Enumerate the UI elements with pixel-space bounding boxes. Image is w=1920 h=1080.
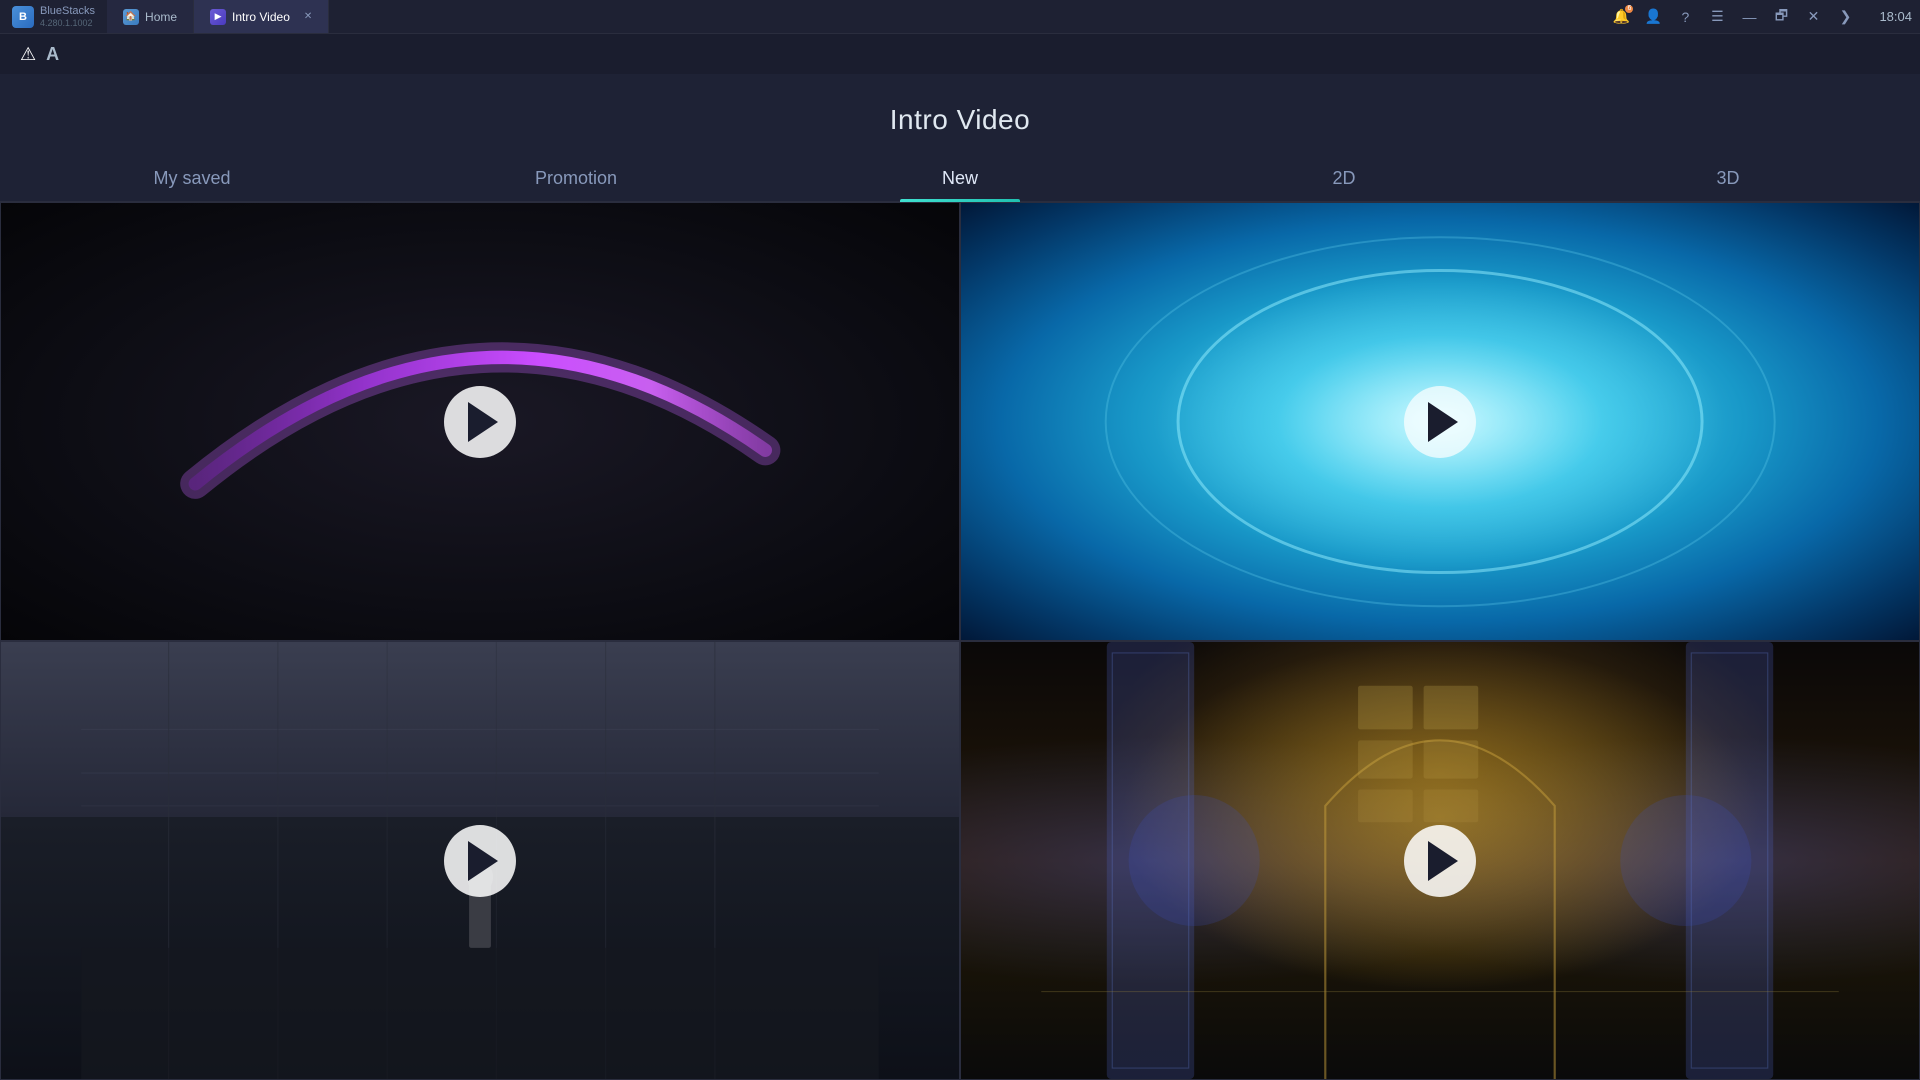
play-button-4[interactable]: [1404, 825, 1476, 897]
bluestacks-logo: B: [12, 6, 34, 28]
title-bar: B BlueStacks 4.280.1.1002 🏠 Home ▶ Intro…: [0, 0, 1920, 34]
video-cell-3[interactable]: [0, 641, 960, 1080]
warning-icon: ⚠: [20, 44, 36, 65]
play-button-2[interactable]: [1404, 386, 1476, 458]
notification-button[interactable]: 🔔 6: [1607, 3, 1635, 31]
restore-button[interactable]: 🗗: [1767, 3, 1795, 31]
title-bar-left: B BlueStacks 4.280.1.1002 🏠 Home ▶ Intro…: [0, 0, 329, 33]
play-button-1[interactable]: [444, 386, 516, 458]
close-button[interactable]: ✕: [1799, 3, 1827, 31]
title-bar-right: 🔔 6 👤 ? ☰ — 🗗 ✕ ❯ 18:04: [1607, 3, 1920, 31]
time-display: 18:04: [1871, 9, 1912, 24]
intro-tab-icon: ▶: [210, 9, 226, 25]
nav-tabs: My saved Promotion New 2D 3D: [0, 156, 1920, 202]
tab-new[interactable]: New: [768, 156, 1152, 201]
bluestacks-name: BlueStacks: [40, 5, 95, 18]
minimize-button[interactable]: —: [1735, 3, 1763, 31]
top-strip: ⚠ A: [0, 34, 1920, 74]
video-cell-4[interactable]: [960, 641, 1920, 1080]
video-cell-1[interactable]: [0, 202, 960, 641]
tab-home-label: Home: [145, 10, 177, 24]
play-button-3[interactable]: [444, 825, 516, 897]
main-content: Intro Video My saved Promotion New 2D 3D: [0, 74, 1920, 1080]
tab-promotion[interactable]: Promotion: [384, 156, 768, 201]
tab-my-saved[interactable]: My saved: [0, 156, 384, 201]
video-grid: [0, 202, 1920, 1080]
bluestacks-brand: B BlueStacks 4.280.1.1002: [0, 0, 107, 33]
account-button[interactable]: 👤: [1639, 3, 1667, 31]
tab-2d[interactable]: 2D: [1152, 156, 1536, 201]
notification-badge: 6: [1625, 5, 1633, 13]
tab-close-icon[interactable]: ✕: [304, 11, 312, 22]
purple-arc-svg: [145, 202, 816, 518]
expand-button[interactable]: ❯: [1831, 3, 1859, 31]
help-button[interactable]: ?: [1671, 3, 1699, 31]
bluestacks-version: 4.280.1.1002: [40, 18, 95, 28]
video-cell-2[interactable]: [960, 202, 1920, 641]
page-title: Intro Video: [890, 104, 1030, 136]
home-tab-icon: 🏠: [123, 9, 139, 25]
tab-home[interactable]: 🏠 Home: [107, 0, 194, 33]
bluestacks-info: BlueStacks 4.280.1.1002: [40, 5, 95, 28]
settings-icon: A: [46, 44, 59, 65]
tab-intro-label: Intro Video: [232, 10, 290, 24]
tab-intro-video[interactable]: ▶ Intro Video ✕: [194, 0, 329, 33]
menu-button[interactable]: ☰: [1703, 3, 1731, 31]
tab-3d[interactable]: 3D: [1536, 156, 1920, 201]
